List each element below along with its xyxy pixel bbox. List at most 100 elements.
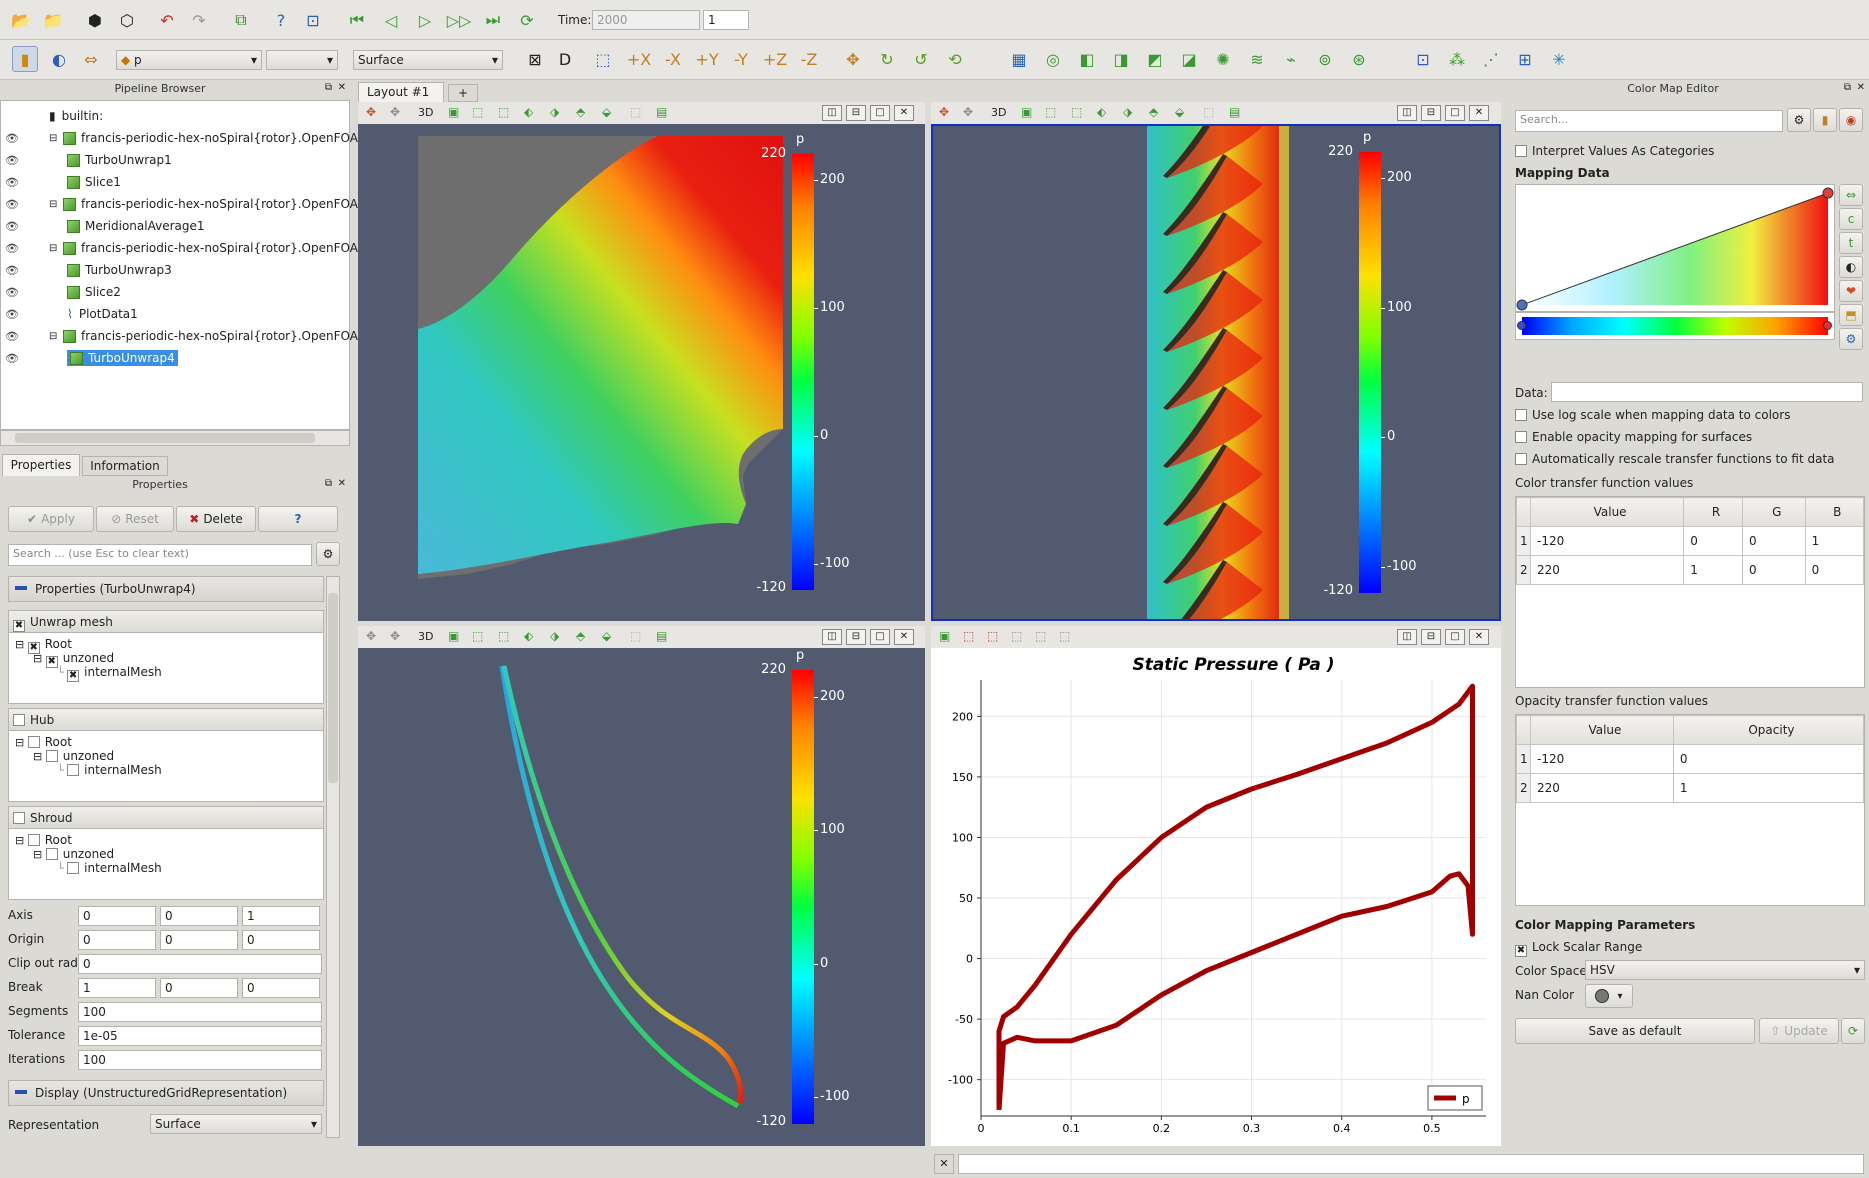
delete-button[interactable]: ✖ Delete [176, 506, 256, 532]
data-value-field[interactable] [1551, 382, 1863, 402]
split-vertical-button[interactable]: ⊟ [846, 629, 866, 645]
tree-row-root[interactable]: ⊟ Root [15, 833, 72, 847]
view-minus-z-icon[interactable]: -Z [796, 46, 822, 72]
select-polygon-icon[interactable]: ⬘ [576, 629, 585, 643]
advanced-gear-icon[interactable]: ⚙ [1787, 108, 1811, 132]
axis-input-z[interactable]: 1 [242, 906, 320, 926]
time-value-field[interactable]: 2000 [592, 10, 700, 30]
pipeline-item[interactable]: ▮ builtin: [1, 105, 349, 127]
color-function-editor[interactable] [1515, 312, 1835, 340]
table-row[interactable]: 1 -120 0 [1516, 744, 1865, 774]
rescale-to-data-icon[interactable]: ⇔ [1839, 184, 1863, 206]
visibility-eye-icon[interactable]: 👁 [5, 220, 23, 233]
select-block-icon[interactable]: ⬙ [602, 629, 611, 643]
select-frustum-icon[interactable]: ⬖ [524, 105, 533, 119]
pipeline-tree[interactable]: ▮ builtin: 👁 ⊟ francis-periodic-hex-noSpiral… [0, 100, 368, 430]
row-header[interactable]: 1 [1516, 526, 1531, 556]
select-frustum-icon[interactable]: ⬖ [1097, 105, 1106, 119]
toggle-3d-button[interactable]: 3D [991, 106, 1006, 119]
column-header[interactable]: Value [1529, 497, 1685, 527]
opacity-mapping-checkbox[interactable]: Enable opacity mapping for surfaces [1515, 430, 1752, 444]
extract-subset-icon[interactable]: ◪ [1176, 46, 1202, 72]
column-header[interactable]: Value [1530, 715, 1674, 745]
help-button[interactable]: ? [258, 506, 338, 532]
stream-tracer-icon[interactable]: ≋ [1244, 46, 1270, 72]
origin-input-z[interactable]: 0 [242, 930, 320, 950]
disconnect-icon[interactable]: ⬡ [114, 7, 140, 33]
grow-selection-icon[interactable]: ▤ [656, 105, 667, 119]
threshold-icon[interactable]: ◩ [1142, 46, 1168, 72]
nan-color-picker[interactable]: ▾ [1585, 984, 1633, 1008]
checkbox[interactable] [67, 764, 80, 776]
close-panel-icon[interactable]: ✕ [338, 82, 346, 93]
checkbox[interactable] [1515, 453, 1527, 465]
find-data-icon[interactable]: ⧉ [228, 7, 254, 33]
pipeline-item[interactable]: 👁 TurboUnwrap4 [1, 347, 349, 369]
glyph-icon[interactable]: ✺ [1210, 46, 1236, 72]
camera-icon[interactable]: ✥ [939, 105, 949, 119]
render-view-blade-to-blade[interactable]: p 220 -120 200 100 0 -100 [931, 96, 1501, 642]
pipeline-item-content[interactable]: ⌇ PlotData1 [67, 307, 138, 321]
auto-rescale-checkbox[interactable]: Automatically rescale transfer functions… [1515, 452, 1835, 466]
row-header[interactable]: 1 [1516, 744, 1531, 774]
column-header[interactable]: R [1683, 497, 1744, 527]
loop-icon[interactable]: ⟳ [514, 7, 540, 33]
checkbox[interactable] [45, 848, 58, 860]
toggle-3d-button[interactable]: 3D [418, 106, 433, 119]
log-scale-checkbox[interactable]: Use log scale when mapping data to color… [1515, 408, 1790, 422]
opacity-control-point[interactable] [1822, 187, 1834, 199]
scrollbar-thumb[interactable] [15, 433, 315, 443]
zoom-to-data-icon[interactable]: D [552, 46, 578, 72]
pick-center-icon[interactable]: ⟲ [942, 46, 968, 72]
checkbox[interactable] [1515, 409, 1527, 421]
break-input-z[interactable]: 0 [242, 978, 320, 998]
select-frustum-points-icon[interactable]: ⬗ [550, 629, 559, 643]
turbo-stream-icon[interactable]: ✳ [1546, 46, 1572, 72]
float-panel-icon[interactable]: ⧉ [325, 82, 332, 93]
color-space-dropdown[interactable]: HSV ▾ [1585, 960, 1865, 980]
select-points-icon[interactable]: ⬚ [963, 629, 974, 643]
toggle-3d-button[interactable]: 3D [418, 630, 433, 643]
column-header[interactable]: Opacity [1672, 715, 1865, 745]
camera-link-icon[interactable]: ⊡ [300, 7, 326, 33]
select-points-icon[interactable]: ⬚ [498, 105, 509, 119]
table-cell[interactable]: 0 [1742, 526, 1806, 556]
blade-to-blade-icon[interactable]: ⊞ [1512, 46, 1538, 72]
pipeline-item-content[interactable]: ▮ builtin: [49, 109, 103, 123]
zoom-box-icon[interactable]: ⬚ [590, 46, 616, 72]
row-header[interactable]: 2 [1516, 555, 1531, 585]
pipeline-item-content[interactable]: francis-periodic-hex-noSpiral{rotor}.Ope… [63, 329, 368, 343]
table-cell[interactable]: 0 [1683, 526, 1744, 556]
table-cell[interactable]: 220 [1530, 773, 1674, 803]
scrollbar-thumb[interactable] [328, 593, 338, 783]
turbo-slice-icon[interactable]: ⋰ [1478, 46, 1504, 72]
component-settings-icon[interactable]: ⚙ [1839, 328, 1863, 350]
axes-grid-icon[interactable]: ▣ [1021, 105, 1032, 119]
redo-icon[interactable]: ↷ [186, 7, 212, 33]
first-frame-icon[interactable]: ⏮ [344, 7, 370, 33]
select-block-icon[interactable]: ⬙ [1175, 105, 1184, 119]
render-view-meridional[interactable]: p 220 -120 200 100 0 -100 [358, 124, 925, 621]
pipeline-horizontal-scrollbar[interactable] [0, 430, 350, 446]
next-frame-icon[interactable]: ▷▷ [446, 7, 472, 33]
interactive-select-icon[interactable]: ⬚ [1203, 105, 1214, 119]
toggle-selection-icon[interactable]: ⬚ [1059, 629, 1070, 643]
opacity-transfer-table[interactable]: Value Opacity 1 -120 0 2 220 1 [1515, 714, 1865, 906]
collapse-icon[interactable]: ⊟ [49, 331, 57, 342]
auto-update-icon[interactable]: ⟳ [1841, 1018, 1865, 1044]
collapse-icon[interactable]: ⊟ [33, 750, 42, 763]
interactive-select-icon[interactable]: ⬚ [630, 629, 641, 643]
split-horizontal-button[interactable]: ◫ [822, 105, 842, 121]
pipeline-item[interactable]: 👁 ⊟ francis-periodic-hex-noSpiral{rotor}.O… [1, 325, 368, 347]
tree-row-zone[interactable]: ⊟ unzoned [33, 749, 114, 763]
select-cells-icon[interactable]: ⬚ [472, 105, 483, 119]
view-plus-z-icon[interactable]: +Z [762, 46, 788, 72]
interpret-categories-checkbox[interactable]: Interpret Values As Categories [1515, 144, 1714, 158]
table-cell[interactable]: 1 [1804, 526, 1865, 556]
iterations-input[interactable]: 100 [78, 1050, 322, 1070]
table-cell[interactable]: 220 [1529, 555, 1685, 585]
properties-vertical-scrollbar[interactable] [326, 576, 340, 1138]
pipeline-item-content[interactable]: francis-periodic-hex-noSpiral{rotor}.Ope… [63, 131, 368, 145]
pipeline-item[interactable]: 👁 Slice2 [1, 281, 349, 303]
select-frustum-points-icon[interactable]: ⬗ [1123, 105, 1132, 119]
